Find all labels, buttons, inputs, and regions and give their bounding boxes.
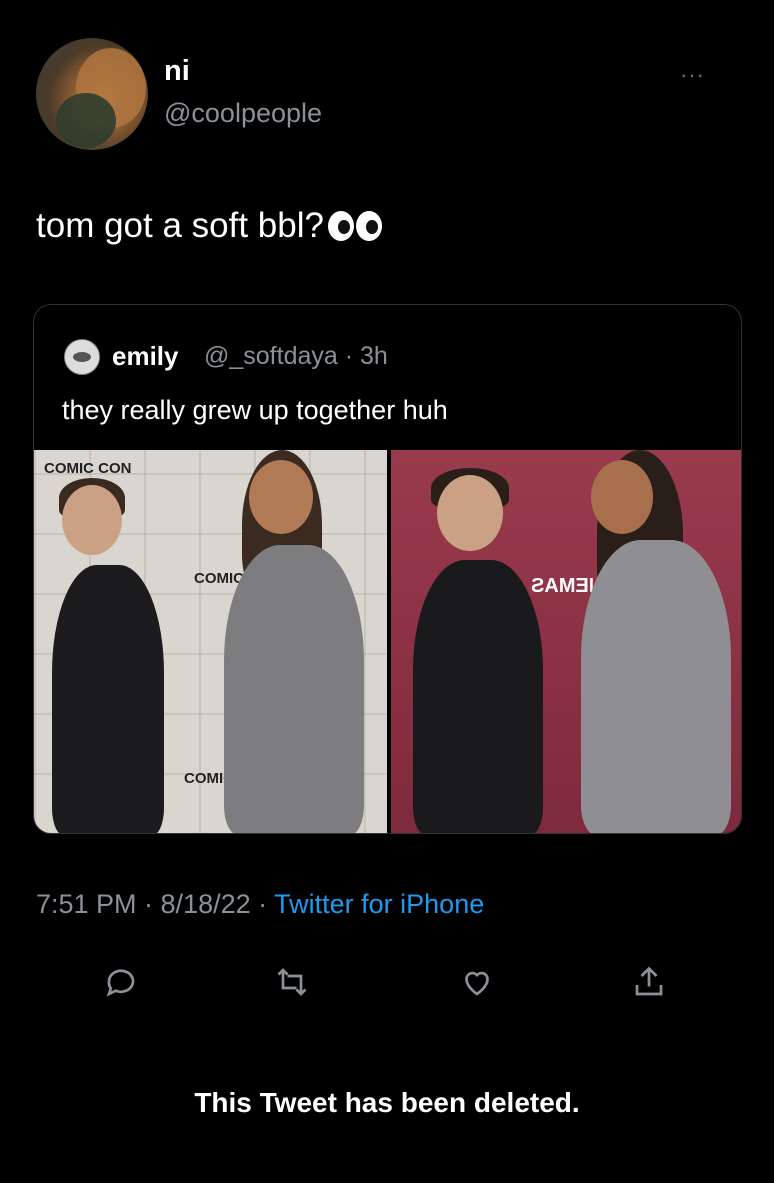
tweet-text: tom got a soft bbl?	[36, 206, 382, 246]
backdrop-sign-left: COMIC CON	[44, 460, 132, 477]
timestamp-time: 7:51 PM · 8/18/22 ·	[36, 889, 275, 919]
quoted-author-name: emily	[112, 341, 179, 371]
quoted-author-meta: @_softdaya · 3h	[204, 342, 388, 370]
tweet-body: tom got a soft bbl?	[36, 206, 324, 245]
reply-icon[interactable]	[101, 962, 141, 1002]
retweet-icon[interactable]	[272, 962, 312, 1002]
author-avatar[interactable]	[36, 38, 148, 150]
like-icon[interactable]	[457, 962, 497, 1002]
more-options-icon[interactable]: ···	[680, 62, 705, 88]
quoted-media[interactable]: COMIC CON COMIC CON COMIC CON ONLY AT CI…	[34, 450, 741, 833]
photo-premiere[interactable]: ONLY AT CINEMAS	[390, 450, 741, 833]
share-icon[interactable]	[629, 962, 669, 1002]
eyes-icon	[327, 211, 382, 241]
author-handle[interactable]: @coolpeople	[164, 98, 322, 129]
quoted-tweet[interactable]: emily @_softdaya · 3h they really grew u…	[33, 304, 742, 834]
author-name[interactable]: ni	[164, 55, 190, 88]
photo-comic-con[interactable]: COMIC CON COMIC CON COMIC CON	[34, 450, 387, 833]
quoted-text: they really grew up together huh	[62, 395, 448, 425]
deleted-notice: This Tweet has been deleted.	[194, 1087, 580, 1118]
tweet-source-link[interactable]: Twitter for iPhone	[274, 889, 484, 919]
tweet-timestamp: 7:51 PM · 8/18/22 · Twitter for iPhone	[36, 889, 484, 920]
quoted-avatar	[64, 339, 100, 375]
